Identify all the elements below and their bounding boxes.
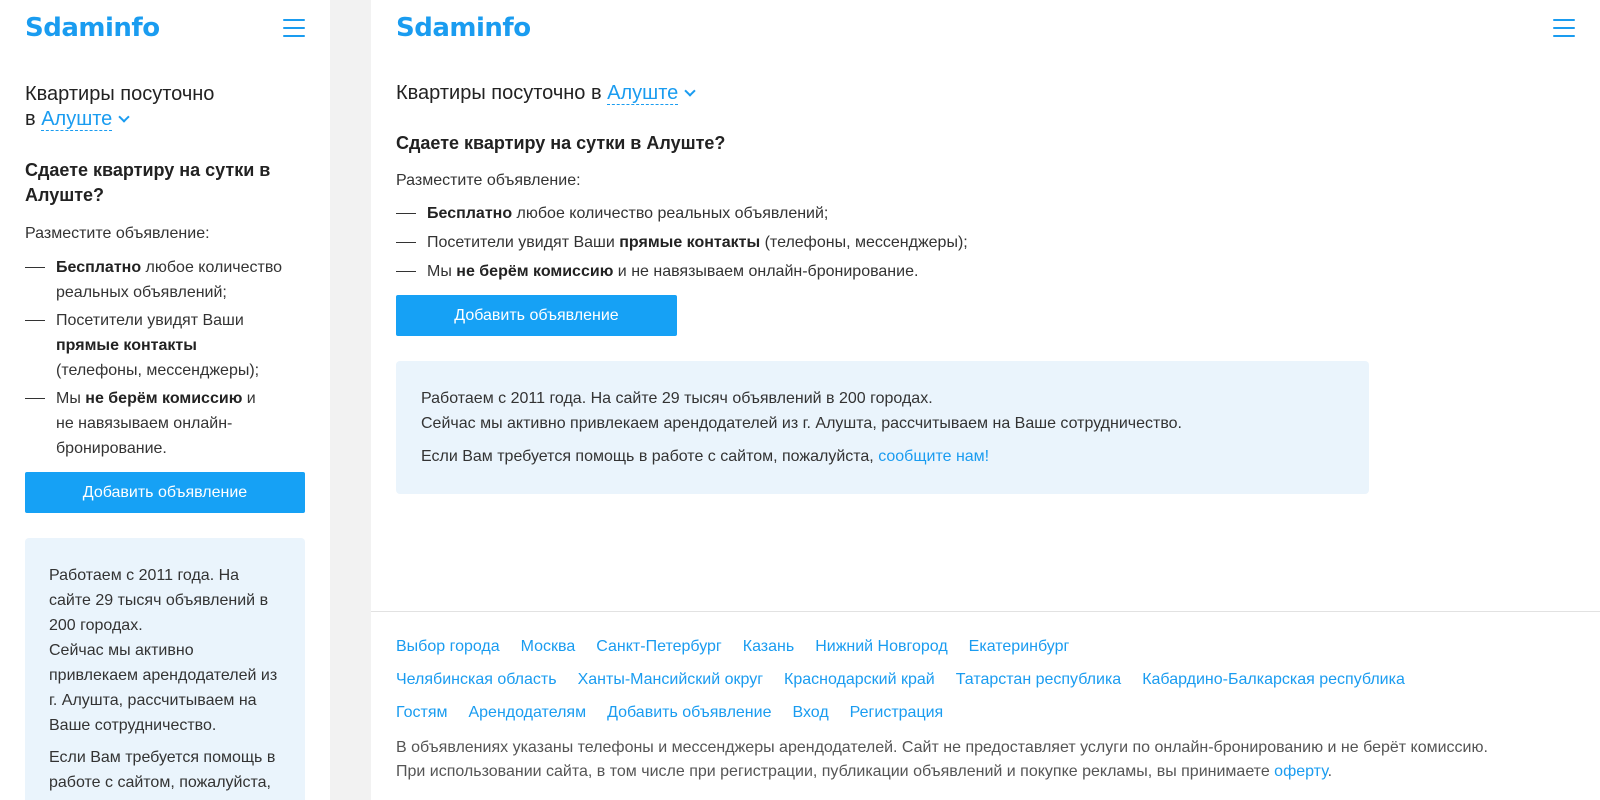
list-item: Бесплатно любое количество реальных объя…	[396, 201, 1575, 226]
footer-regions-row: Челябинская область Ханты-Мансийский окр…	[396, 670, 1575, 690]
footer: Выбор города Москва Санкт-Петербург Каза…	[371, 611, 1600, 784]
disclaimer-period: .	[1327, 763, 1333, 780]
page-title: Квартиры посуточно в Алуште	[396, 81, 1575, 106]
dash-icon	[396, 271, 416, 272]
footer-link[interactable]: Москва	[521, 637, 576, 657]
add-listing-button[interactable]: Добавить объявление	[396, 295, 677, 336]
page-title-in: в	[25, 108, 36, 130]
info-text: Работаем с 2011 года. На сайте 29 тысяч …	[49, 563, 280, 738]
page-title: Квартиры посуточно в Алуште	[25, 82, 305, 132]
chevron-down-icon[interactable]	[684, 85, 696, 97]
info-box: Работаем с 2011 года. На сайте 29 тысяч …	[396, 361, 1369, 494]
footer-link[interactable]: Ханты-Мансийский округ	[578, 670, 763, 690]
dash-icon	[396, 213, 416, 214]
desktop-view: Sdaminfo Квартиры посуточно в Алуште Сда…	[371, 0, 1600, 800]
info-help: Если Вам требуется помощь в работе с сай…	[421, 444, 1344, 469]
benefit-text: (телефоны, мессенджеры);	[760, 234, 968, 251]
footer-link[interactable]: Краснодарский край	[784, 670, 935, 690]
info-box: Работаем с 2011 года. На сайте 29 тысяч …	[25, 538, 305, 800]
dash-icon	[25, 267, 45, 268]
offer-link[interactable]: оферту	[1274, 763, 1327, 780]
chevron-down-icon[interactable]	[118, 111, 130, 123]
benefit-bold: Бесплатно	[56, 259, 142, 276]
dash-icon	[25, 320, 45, 321]
disclaimer-line1: В объявлениях указаны телефоны и мессенд…	[396, 739, 1488, 756]
list-item: Посетители увидят Ваши прямые контакты (…	[396, 230, 1575, 255]
benefit-bold: прямые контакты	[619, 234, 761, 251]
footer-link[interactable]: Татарстан республика	[956, 670, 1121, 690]
footer-disclaimer: В объявлениях указаны телефоны и мессенд…	[396, 736, 1575, 784]
benefit-text: Посетители увидят Ваши	[56, 312, 244, 329]
info-line1: Работаем с 2011 года. На сайте 29 тысяч …	[421, 390, 933, 407]
mobile-header: Sdaminfo	[25, 0, 305, 56]
list-item: Мы не берём комиссию и не навязываем онл…	[25, 386, 265, 461]
menu-icon[interactable]	[283, 19, 305, 37]
footer-link[interactable]: Вход	[792, 703, 828, 723]
page-title-text: Квартиры посуточно в	[396, 82, 602, 104]
logo[interactable]: Sdaminfo	[396, 13, 531, 43]
benefit-bold: не берём комиссию	[456, 263, 614, 280]
footer-link[interactable]: Арендодателям	[468, 703, 586, 723]
info-help: Если Вам требуется помощь в работе с сай…	[49, 749, 276, 791]
info-line2: Сейчас мы активно привлекаем арендодател…	[421, 415, 1182, 432]
info-help-text: Если Вам требуется помощь в работе с сай…	[421, 448, 879, 465]
list-item: Бесплатно любое количество реальных объя…	[25, 255, 285, 305]
page-title-text: Квартиры посуточно	[25, 83, 215, 105]
benefits-list: Бесплатно любое количество реальных объя…	[25, 255, 305, 461]
footer-cities-row: Выбор города Москва Санкт-Петербург Каза…	[396, 637, 1575, 657]
footer-link[interactable]: Санкт-Петербург	[596, 637, 721, 657]
disclaimer-line2: При использовании сайта, в том числе при…	[396, 763, 1275, 780]
city-selector[interactable]: Алуште	[607, 82, 679, 105]
benefit-text: и не навязываем онлайн-бронирование.	[613, 263, 919, 280]
list-item: Мы не берём комиссию и не навязываем онл…	[396, 259, 1575, 284]
footer-link[interactable]: Кабардино-Балкарская республика	[1142, 670, 1405, 690]
footer-link[interactable]: Челябинская область	[396, 670, 557, 690]
benefit-bold: прямые контакты	[56, 337, 197, 354]
benefit-bold: Бесплатно	[427, 205, 513, 222]
benefit-text: Мы	[56, 390, 86, 407]
footer-link[interactable]: Добавить объявление	[607, 703, 771, 723]
benefit-text: Посетители увидят Ваши	[427, 234, 620, 251]
add-listing-button[interactable]: Добавить объявление	[25, 472, 305, 513]
benefit-text: (телефоны, мессенджеры);	[56, 362, 260, 379]
benefit-text: любое количество реальных объявлений;	[512, 205, 829, 222]
logo[interactable]: Sdaminfo	[25, 13, 160, 43]
benefit-text: Мы	[427, 263, 457, 280]
benefits-list: Бесплатно любое количество реальных объя…	[396, 201, 1575, 284]
footer-nav-row: Гостям Арендодателям Добавить объявление…	[396, 703, 1575, 723]
list-item: Посетители увидят Ваши прямые контакты (…	[25, 308, 285, 383]
footer-link[interactable]: Екатеринбург	[969, 637, 1070, 657]
mobile-view: Sdaminfo Квартиры посуточно в Алуште Сда…	[0, 0, 330, 800]
owner-question: Сдаете квартиру на сутки в Алуште?	[396, 133, 726, 153]
info-line1: Работаем с 2011 года. На сайте 29 тысяч …	[49, 567, 269, 634]
desktop-header: Sdaminfo	[396, 0, 1575, 56]
owner-question-line2: Алуште?	[25, 185, 105, 205]
info-line2: Сейчас мы активно привлекаем арендодател…	[49, 642, 278, 734]
footer-link[interactable]: Выбор города	[396, 637, 500, 657]
footer-link[interactable]: Нижний Новгород	[815, 637, 947, 657]
footer-link[interactable]: Гостям	[396, 703, 447, 723]
dash-icon	[396, 242, 416, 243]
menu-icon[interactable]	[1553, 19, 1575, 37]
place-prompt: Разместите объявление:	[25, 225, 210, 242]
benefit-bold: не берём комиссию	[85, 390, 243, 407]
footer-link[interactable]: Казань	[743, 637, 794, 657]
info-text: Работаем с 2011 года. На сайте 29 тысяч …	[421, 386, 1344, 436]
dash-icon	[25, 398, 45, 399]
footer-link[interactable]: Регистрация	[850, 703, 944, 723]
owner-question: Сдаете квартиру на сутки в Алуште?	[25, 158, 305, 208]
contact-us-link[interactable]: сообщите нам!	[878, 448, 989, 465]
place-prompt: Разместите объявление:	[396, 172, 581, 189]
city-selector[interactable]: Алуште	[41, 108, 113, 131]
owner-question-line1: Сдаете квартиру на сутки в	[25, 160, 271, 180]
